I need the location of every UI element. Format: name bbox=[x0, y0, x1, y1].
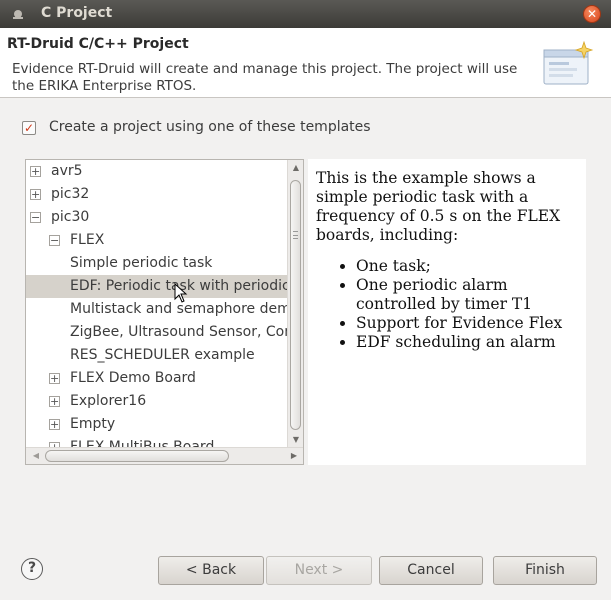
tree-row[interactable]: Multistack and semaphore demo bbox=[26, 298, 288, 321]
description-bullet: One periodic alarm controlled by timer T… bbox=[356, 276, 578, 314]
back-button[interactable]: < Back bbox=[158, 556, 264, 585]
tree-row[interactable]: ZigBee, Ultrasound Sensor, Compass bbox=[26, 321, 288, 344]
scroll-right-icon[interactable]: ▶ bbox=[289, 451, 299, 461]
scroll-left-icon[interactable]: ◀ bbox=[31, 451, 41, 461]
template-checkbox[interactable]: ✓ bbox=[22, 121, 36, 135]
close-icon[interactable]: ✕ bbox=[583, 5, 601, 23]
tree-row[interactable]: − pic30 bbox=[26, 206, 288, 229]
vertical-scroll-thumb[interactable] bbox=[290, 180, 301, 430]
template-checkbox-label: Create a project using one of these temp… bbox=[49, 119, 371, 135]
tree-row-label: Explorer16 bbox=[70, 393, 147, 409]
description-bullet: One task; bbox=[356, 257, 578, 276]
tree-row-label: pic30 bbox=[51, 209, 90, 225]
tree-row[interactable]: + avr5 bbox=[26, 160, 288, 183]
header-description: Evidence RT-Druid will create and manage… bbox=[12, 61, 518, 94]
tree-row[interactable]: + FLEX Demo Board bbox=[26, 367, 288, 390]
expand-icon[interactable]: + bbox=[49, 396, 60, 407]
expand-icon[interactable]: + bbox=[49, 419, 60, 430]
window-menu-icon[interactable] bbox=[13, 10, 23, 19]
description-bullet: EDF scheduling an alarm bbox=[356, 333, 578, 352]
tree-row[interactable]: EDF: Periodic task with periodic alarm bbox=[26, 275, 288, 298]
title-bar: C Project ✕ bbox=[0, 0, 611, 28]
scroll-up-icon[interactable]: ▲ bbox=[291, 163, 301, 173]
cancel-button[interactable]: Cancel bbox=[379, 556, 483, 585]
finish-button[interactable]: Finish bbox=[493, 556, 597, 585]
expand-icon[interactable]: + bbox=[30, 189, 41, 200]
tree-vertical-scrollbar[interactable]: ▲ ▼ bbox=[287, 160, 303, 448]
wizard-banner-icon bbox=[543, 40, 594, 85]
template-tree[interactable]: + avr5 + pic32− pic30− FLEX Simple periodic ta… bbox=[25, 159, 304, 465]
tree-horizontal-scrollbar[interactable]: ◀ ▶ bbox=[26, 447, 303, 464]
header-title: RT-Druid C/C++ Project bbox=[7, 36, 189, 52]
tree-row-label: Simple periodic task bbox=[70, 255, 213, 271]
template-description-panel: This is the example shows a simple perio… bbox=[308, 159, 586, 465]
collapse-icon[interactable]: − bbox=[30, 212, 41, 223]
collapse-icon[interactable]: − bbox=[49, 235, 60, 246]
tree-row-label: ZigBee, Ultrasound Sensor, Compass bbox=[70, 324, 288, 340]
grip-icon bbox=[293, 231, 298, 239]
horizontal-scroll-thumb[interactable] bbox=[45, 450, 229, 462]
next-button[interactable]: Next > bbox=[266, 556, 372, 585]
wizard-header: RT-Druid C/C++ Project Evidence RT-Druid… bbox=[0, 28, 611, 98]
scroll-down-icon[interactable]: ▼ bbox=[291, 435, 301, 445]
tree-row[interactable]: Simple periodic task bbox=[26, 252, 288, 275]
tree-row[interactable]: − FLEX bbox=[26, 229, 288, 252]
description-intro: This is the example shows a simple perio… bbox=[316, 169, 561, 244]
template-tree-viewport: + avr5 + pic32− pic30− FLEX Simple periodic ta… bbox=[26, 160, 288, 448]
tree-row[interactable]: RES_SCHEDULER example bbox=[26, 344, 288, 367]
tree-row-label: Empty bbox=[70, 416, 116, 432]
mouse-pointer-icon bbox=[174, 283, 188, 303]
tree-row-label: FLEX bbox=[70, 232, 105, 248]
tree-row[interactable]: + Explorer16 bbox=[26, 390, 288, 413]
expand-icon[interactable]: + bbox=[30, 166, 41, 177]
tree-row[interactable]: + pic32 bbox=[26, 183, 288, 206]
tree-row-label: FLEX Demo Board bbox=[70, 370, 196, 386]
tree-row-label: RES_SCHEDULER example bbox=[70, 347, 255, 363]
expand-icon[interactable]: + bbox=[49, 373, 60, 384]
help-icon[interactable]: ? bbox=[21, 558, 43, 580]
description-bullet: Support for Evidence Flex bbox=[356, 314, 578, 333]
tree-row-label: pic32 bbox=[51, 186, 90, 202]
tree-row-label: avr5 bbox=[51, 163, 83, 179]
description-bullets: One task; One periodic alarm controlled … bbox=[356, 257, 578, 352]
tree-row[interactable]: + Empty bbox=[26, 413, 288, 436]
window-title: C Project bbox=[41, 5, 113, 21]
